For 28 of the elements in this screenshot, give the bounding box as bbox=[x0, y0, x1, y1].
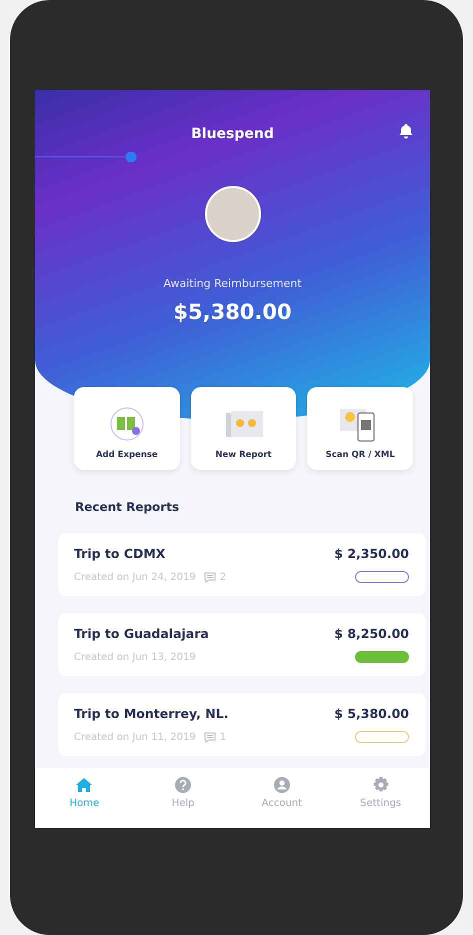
report-date: Created on Jun 11, 2019 bbox=[74, 730, 196, 745]
settings-icon bbox=[372, 777, 390, 793]
section-title: Recent Reports bbox=[75, 499, 180, 516]
report-title: Trip to CDMX bbox=[74, 545, 166, 563]
action-card[interactable]: Add Expense bbox=[74, 387, 180, 470]
report-title: Trip to Monterrey, NL. bbox=[74, 705, 228, 723]
report-title: Trip to Guadalajara bbox=[74, 625, 209, 643]
report-card[interactable]: Trip to Monterrey, NL. Created on Jun 11, 2019 1 $ 5,380.00 bbox=[58, 693, 426, 756]
report-date: Created on Jun 24, 2019 bbox=[74, 570, 196, 585]
report-amount: $ 2,350.00 bbox=[334, 545, 409, 563]
report-amount: $ 8,250.00 bbox=[334, 625, 409, 643]
report-date: Created on Jun 13, 2019 bbox=[74, 650, 196, 665]
report-amount: $ 5,380.00 bbox=[334, 705, 409, 723]
summary-amount: $5,380.00 bbox=[172, 298, 293, 326]
home-icon bbox=[75, 777, 94, 793]
bell-icon[interactable] bbox=[398, 123, 414, 139]
action-card[interactable]: New Report bbox=[190, 387, 296, 470]
action-card[interactable]: Scan QR / XML bbox=[307, 387, 414, 470]
report-card[interactable]: Trip to CDMX Created on Jun 24, 2019 2 $ 2,350.00 bbox=[58, 533, 426, 596]
account-icon bbox=[272, 777, 291, 793]
report-card[interactable]: Trip to Guadalajara Created on Jun 13, 2019 $ 8,250.00 bbox=[58, 613, 426, 676]
comment-count: 1 bbox=[220, 730, 226, 745]
comment-count: 2 bbox=[220, 570, 226, 585]
comment-icon bbox=[204, 732, 216, 743]
app-title: Bluespend bbox=[191, 125, 274, 144]
help-icon bbox=[174, 777, 192, 793]
summary-label: Awaiting Reimbursement bbox=[162, 276, 303, 292]
comment-icon bbox=[204, 572, 216, 583]
